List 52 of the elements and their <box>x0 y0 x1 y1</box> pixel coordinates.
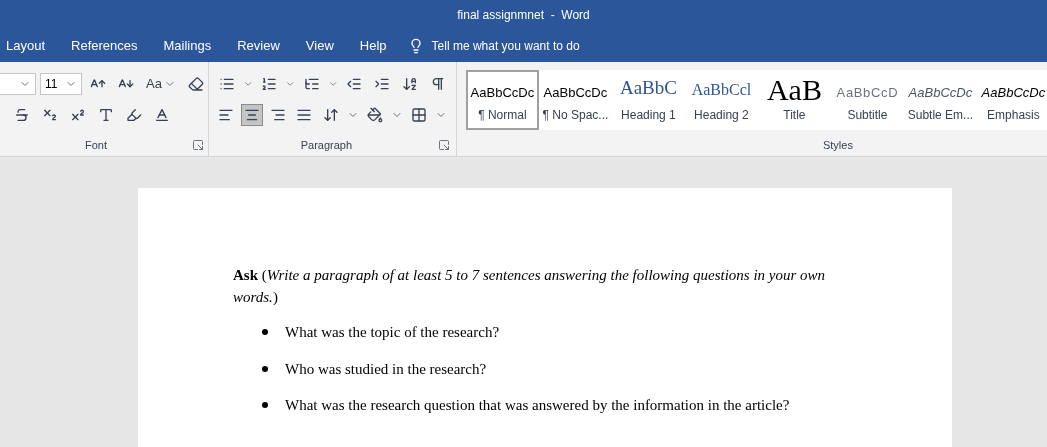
align-left-icon <box>217 107 234 123</box>
style-gallery-item[interactable]: AaBbCcD Subtitle <box>830 70 904 130</box>
sort-icon <box>401 76 418 92</box>
group-label: Paragraph <box>299 137 354 153</box>
style-gallery-item[interactable]: AaBbCcDc Emphasis <box>976 70 1047 130</box>
tell-me-field[interactable]: Tell me what you want to do <box>407 37 580 55</box>
bullet-icon <box>262 402 268 409</box>
ribbon-tab[interactable]: Help <box>346 30 400 62</box>
borders-icon <box>410 107 427 123</box>
style-gallery-item[interactable]: AaBbCcDc ¶ Normal <box>465 70 539 130</box>
ribbon-tab[interactable]: References <box>58 30 151 62</box>
shading-icon <box>366 107 383 123</box>
superscript-icon <box>70 107 86 123</box>
font-size-field[interactable]: 11 <box>40 73 82 95</box>
ribbon-tab[interactable]: Review <box>224 30 293 62</box>
bullet-icon <box>262 329 268 336</box>
dialog-launcher-icon[interactable] <box>437 138 450 151</box>
numbering-icon <box>261 76 278 92</box>
dialog-launcher-icon[interactable] <box>191 138 204 151</box>
multilevel-list-icon <box>303 76 320 92</box>
bullet-text: What was the topic of the research? <box>285 323 500 342</box>
style-gallery-item[interactable]: AaB Title <box>757 70 831 130</box>
decrease-indent-icon <box>345 76 362 92</box>
ribbon-tab[interactable]: Layout <box>0 30 59 62</box>
align-center-icon <box>243 107 260 123</box>
font-name-field[interactable] <box>0 73 36 95</box>
group-label: Styles <box>821 137 854 153</box>
increase-indent-icon <box>373 76 390 92</box>
bullet-text: What was the research question that was answered by the information in the article? <box>285 396 790 415</box>
window-title: final assignmnet - Word <box>457 7 590 24</box>
align-right-icon <box>269 107 286 123</box>
style-gallery-item[interactable]: AaBbCcDc Subtle Em... <box>903 70 977 130</box>
align-justify-icon <box>295 107 312 123</box>
change-case-button[interactable]: Aa <box>142 74 180 94</box>
ribbon-tab[interactable]: View <box>292 30 347 62</box>
align-center-button[interactable] <box>240 104 263 126</box>
strikethrough-icon <box>14 107 30 123</box>
subscript-icon <box>42 107 58 123</box>
group-label: Font <box>83 137 108 153</box>
text-effects-icon <box>98 107 114 123</box>
ribbon-tab[interactable]: Mailings <box>150 30 225 62</box>
bullet-icon <box>262 365 268 372</box>
bullets-icon <box>218 76 235 92</box>
clear-formatting-icon <box>187 76 204 92</box>
bullet-text: Who was studied in the research? <box>285 359 487 379</box>
highlight-icon <box>126 107 142 123</box>
paragraph: Ask (Write a paragraph of at least 5 to 7 sentences answering the following questions in your own words.) <box>233 266 827 307</box>
style-gallery-item[interactable]: AaBbC Heading 1 <box>611 70 685 130</box>
font-color-icon <box>154 107 170 123</box>
style-gallery-item[interactable]: AaBbCcl Heading 2 <box>684 70 758 130</box>
style-gallery-item[interactable]: AaBbCcDc ¶ No Spac... <box>538 70 612 130</box>
line-spacing-icon <box>322 107 339 123</box>
